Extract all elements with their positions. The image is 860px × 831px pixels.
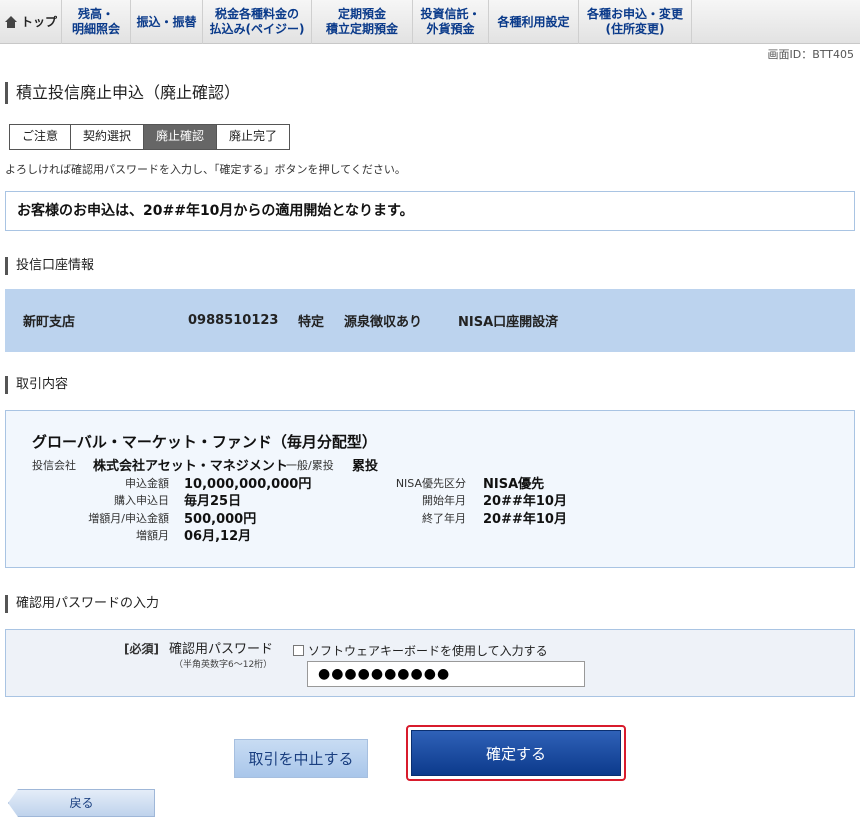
bonus-amount-label: 増額月/申込金額 bbox=[88, 512, 169, 525]
nav-applications[interactable]: 各種お申込・変更 (住所変更) bbox=[579, 0, 692, 44]
account-type: 特定 bbox=[298, 315, 325, 330]
nav-settings[interactable]: 各種利用設定 bbox=[489, 0, 579, 44]
notice-box: お客様のお申込は、20##年10月からの適用開始となります。 bbox=[5, 191, 855, 231]
confirm-button-highlight: 確定する bbox=[406, 725, 626, 781]
account-number: 0988510123 bbox=[188, 313, 279, 328]
nav-balance-statement[interactable]: 残高・ 明細照会 bbox=[62, 0, 131, 44]
password-hint: （半角英数字6～12桁） bbox=[174, 660, 273, 670]
amount-label: 申込金額 bbox=[125, 477, 169, 490]
confirm-button[interactable]: 確定する bbox=[411, 730, 621, 776]
nav-time-deposit[interactable]: 定期預金 積立定期預金 bbox=[312, 0, 413, 44]
purchase-day-label: 購入申込日 bbox=[114, 494, 169, 507]
step-cancel-complete: 廃止完了 bbox=[217, 125, 290, 149]
required-badge: [必須] bbox=[124, 642, 159, 656]
nav-top-label: トップ bbox=[20, 14, 57, 29]
trade-details-box: グローバル・マーケット・ファンド（毎月分配型） 投信会社 株式会社アセット・マネ… bbox=[5, 410, 855, 568]
branch-name: 新町支店 bbox=[23, 315, 76, 330]
trade-section-heading: 取引内容 bbox=[5, 376, 68, 394]
step-indicator: ご注意 契約選択 廃止確認 廃止完了 bbox=[9, 124, 291, 150]
bonus-month-value: 06月,12月 bbox=[184, 529, 252, 544]
step-caution: ご注意 bbox=[10, 125, 72, 149]
nisa-status: NISA口座開設済 bbox=[458, 315, 559, 330]
nav-investment-trust[interactable]: 投資信託・ 外貨預金 bbox=[413, 0, 489, 44]
software-keyboard-label: ソフトウェアキーボードを使用して入力する bbox=[308, 644, 548, 658]
screen-id: 画面ID：BTT405 bbox=[767, 48, 854, 61]
nav-tax-payment[interactable]: 税金各種料金の 払込み(ペイジー) bbox=[203, 0, 312, 44]
password-box: [必須] 確認用パスワード （半角英数字6～12桁） ソフトウェアキーボードを使… bbox=[5, 629, 855, 697]
company-value: 株式会社アセット・マネジメント bbox=[93, 459, 288, 474]
step-cancel-confirm: 廃止確認 bbox=[144, 125, 218, 149]
category-value: 累投 bbox=[352, 459, 379, 474]
start-month-label: 開始年月 bbox=[422, 494, 466, 507]
password-input[interactable]: ●●●●●●●●●● bbox=[307, 661, 585, 687]
nav-transfer[interactable]: 振込・振替 bbox=[131, 0, 203, 44]
account-section-heading: 投信口座情報 bbox=[5, 257, 94, 275]
software-keyboard-checkbox[interactable] bbox=[293, 645, 304, 656]
top-navigation: トップ 残高・ 明細照会 振込・振替 税金各種料金の 払込み(ペイジー) 定期預… bbox=[0, 0, 860, 44]
step-contract-select: 契約選択 bbox=[71, 125, 145, 149]
purchase-day-value: 毎月25日 bbox=[184, 494, 242, 509]
company-label: 投信会社 bbox=[32, 459, 76, 472]
instruction-text: よろしければ確認用パスワードを入力し、「確定する」ボタンを押してください。 bbox=[5, 163, 406, 176]
end-month-value: 20##年10月 bbox=[483, 512, 567, 527]
page-title: 積立投信廃止申込（廃止確認） bbox=[5, 82, 240, 104]
fund-name: グローバル・マーケット・ファンド（毎月分配型） bbox=[32, 433, 377, 451]
category-label: 一般/累投 bbox=[286, 459, 334, 472]
account-info-band: 新町支店 0988510123 特定 源泉徴収あり NISA口座開設済 bbox=[5, 289, 855, 352]
back-button[interactable]: 戻る bbox=[8, 789, 155, 817]
nav-top[interactable]: トップ bbox=[0, 0, 62, 44]
software-keyboard-option[interactable]: ソフトウェアキーボードを使用して入力する bbox=[293, 642, 548, 659]
password-section-heading: 確認用パスワードの入力 bbox=[5, 595, 159, 613]
password-label: 確認用パスワード bbox=[169, 642, 274, 657]
withholding-status: 源泉徴収あり bbox=[344, 315, 423, 330]
home-icon bbox=[4, 15, 18, 29]
bonus-month-label: 増額月 bbox=[136, 529, 169, 542]
end-month-label: 終了年月 bbox=[422, 512, 466, 525]
start-month-value: 20##年10月 bbox=[483, 494, 567, 509]
nisa-priority-label: NISA優先区分 bbox=[395, 477, 466, 490]
cancel-transaction-button[interactable]: 取引を中止する bbox=[234, 739, 368, 778]
